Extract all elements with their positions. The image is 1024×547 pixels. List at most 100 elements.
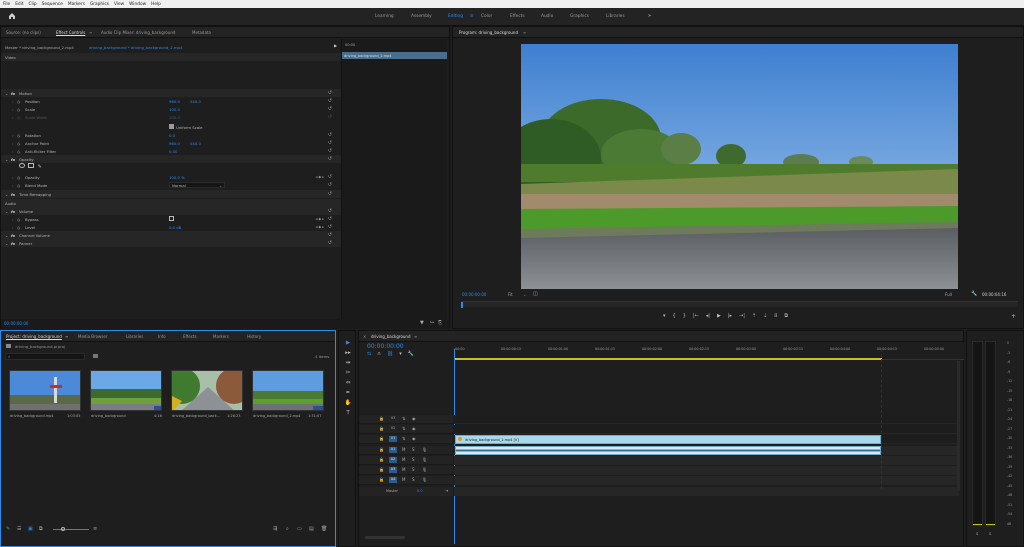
pen-tool-icon[interactable]: ✒ [341, 388, 355, 398]
clip-thumb-4[interactable] [252, 370, 324, 411]
eye-icon[interactable]: ◉ [412, 416, 416, 421]
timeline-vscroll[interactable] [957, 361, 960, 491]
track-target[interactable]: V2 [389, 426, 397, 432]
fx-icon[interactable]: fx [11, 233, 15, 238]
mute-icon[interactable]: M [402, 457, 405, 462]
reset-icon[interactable]: ↺ [328, 90, 332, 96]
keyframe-nav-icon[interactable]: ◂ ◆ ▸ [316, 217, 324, 221]
timeline-timecode[interactable]: 00:00:00:00 [367, 343, 404, 350]
menu-edit[interactable]: Edit [15, 2, 23, 7]
reset-icon[interactable]: ↺ [328, 182, 332, 188]
camera-icon[interactable]: ⌷ [774, 313, 777, 323]
menu-sequence[interactable]: Sequence [42, 2, 63, 7]
reset-icon[interactable]: ↺ [328, 140, 332, 146]
tab-project-1[interactable]: Media Browser [78, 334, 108, 339]
stopwatch-icon[interactable]: ◷ [17, 175, 20, 180]
new-bin-icon[interactable] [93, 354, 98, 358]
workspace-color[interactable]: Color [481, 14, 492, 19]
reset-icon[interactable]: ↺ [328, 240, 332, 246]
fit-dropdown[interactable]: Fit [508, 292, 513, 297]
reset-icon[interactable]: ↺ [328, 216, 332, 222]
ellipse-mask-icon[interactable] [19, 163, 25, 168]
new-bin-button-icon[interactable]: ▭ [297, 526, 302, 532]
lock-icon[interactable]: 🔒 [379, 436, 384, 441]
tab-project-3[interactable]: Info [158, 334, 166, 339]
track-target[interactable]: A1 [389, 447, 397, 453]
expand-chevron-icon[interactable]: › [12, 149, 14, 154]
home-icon[interactable] [8, 12, 16, 20]
timeline-close-icon[interactable]: × [363, 334, 366, 339]
menu-window[interactable]: Window [129, 2, 146, 7]
property-value[interactable]: 960.0 [169, 99, 180, 104]
menu-help[interactable]: Help [151, 2, 161, 7]
go-to-out-icon[interactable]: →| [739, 313, 745, 323]
reset-icon[interactable]: ↺ [328, 191, 332, 197]
voice-over-icon[interactable]: 🎙 [422, 457, 427, 462]
lock-icon[interactable]: 🔒 [379, 457, 384, 462]
fx-icon[interactable]: fx [11, 209, 15, 214]
zoom-slider[interactable] [53, 527, 89, 531]
reset-icon[interactable]: ↺ [328, 114, 332, 120]
expand-chevron-icon[interactable]: ⌄ [5, 209, 8, 214]
automate-icon[interactable]: ⇶ [273, 526, 277, 532]
reset-icon[interactable]: ↺ [328, 232, 332, 238]
reset-icon[interactable]: ↺ [328, 148, 332, 154]
ec-mini-clip[interactable]: driving_background_2.mp4 [342, 52, 447, 59]
reset-icon[interactable]: ↺ [328, 132, 332, 138]
stopwatch-icon[interactable]: ◷ [17, 217, 20, 222]
solo-icon[interactable]: S [412, 477, 415, 482]
property-value[interactable]: 0.00 [169, 149, 177, 154]
step-forward-icon[interactable]: |▸ [728, 313, 732, 323]
solo-icon[interactable]: S [412, 467, 415, 472]
program-timecode[interactable]: 00:00:00:00 [462, 292, 486, 297]
property-value[interactable]: 100.0 % [169, 175, 185, 180]
mark-out-icon[interactable]: } [683, 313, 686, 323]
expand-chevron-icon[interactable]: › [12, 107, 14, 112]
solo-icon[interactable]: S [412, 457, 415, 462]
bypass-checkbox[interactable] [169, 216, 174, 221]
list-view-icon[interactable]: ☰ [17, 526, 21, 532]
comparison-view-icon[interactable]: ⧉ [784, 313, 788, 323]
property-value[interactable]: 0.0 dB [169, 225, 181, 230]
workspace-assembly[interactable]: Assembly [411, 14, 432, 19]
quality-dropdown[interactable]: Full [945, 292, 952, 297]
reset-icon[interactable]: ↺ [328, 224, 332, 230]
lock-icon[interactable]: 🔒 [379, 467, 384, 472]
track-target[interactable]: A3 [389, 467, 397, 473]
expand-chevron-icon[interactable]: ⌄ [5, 233, 8, 238]
track-select-tool-icon[interactable]: ▸▸ [341, 348, 355, 358]
tab-metadata[interactable]: Metadata [192, 30, 211, 35]
workspace-editing[interactable]: Editing [448, 14, 463, 19]
expand-chevron-icon[interactable]: ⌄ [5, 241, 8, 246]
wrench-icon[interactable]: 🔧 [971, 291, 977, 297]
tab-project-4[interactable]: Effects [183, 334, 197, 339]
eye-icon[interactable]: ◉ [412, 426, 416, 431]
menu-clip[interactable]: Clip [29, 2, 37, 7]
stopwatch-icon[interactable]: ◷ [17, 225, 20, 230]
icon-view-icon[interactable]: ▣ [28, 526, 33, 532]
filter-icon[interactable]: ▼ [420, 320, 424, 326]
solo-icon[interactable]: S [412, 447, 415, 452]
workspace-more-button[interactable]: » [648, 13, 651, 19]
property-value[interactable]: 100.0 [169, 115, 180, 120]
playhead-marker[interactable] [461, 302, 463, 308]
expand-chevron-icon[interactable]: ⌄ [5, 192, 8, 197]
tab-project-2[interactable]: Libraries [126, 334, 143, 339]
workspace-effects[interactable]: Effects [510, 14, 525, 19]
tab-project-6[interactable]: History [247, 334, 261, 339]
panel-options-icon[interactable]: ⎘ [438, 320, 442, 326]
timeline-ruler[interactable]: :00:00 00:00:00:15 00:00:01:00 00:00:01:15 0… [454, 343, 964, 360]
timeline-menu-icon[interactable]: ≡ [414, 334, 417, 339]
clip-thumb-2[interactable] [90, 370, 162, 411]
stopwatch-icon[interactable]: ◷ [17, 141, 20, 146]
sort-icon[interactable]: ≡ [93, 526, 97, 532]
program-menu-icon[interactable]: ≡ [523, 30, 526, 35]
uniform-scale-checkbox[interactable] [169, 124, 174, 129]
timeline-settings-icon[interactable]: 🔧 [408, 351, 414, 357]
safe-margins-icon[interactable]: ◫ [533, 291, 538, 297]
lock-icon[interactable]: 🔒 [379, 477, 384, 482]
property-value-2[interactable]: 540.0 [190, 99, 201, 104]
track-target[interactable]: V3 [389, 416, 397, 422]
tab-audio-clip-mixer[interactable]: Audio Clip Mixer: driving_background [101, 30, 175, 35]
clip-thumb-3[interactable] [171, 370, 243, 411]
